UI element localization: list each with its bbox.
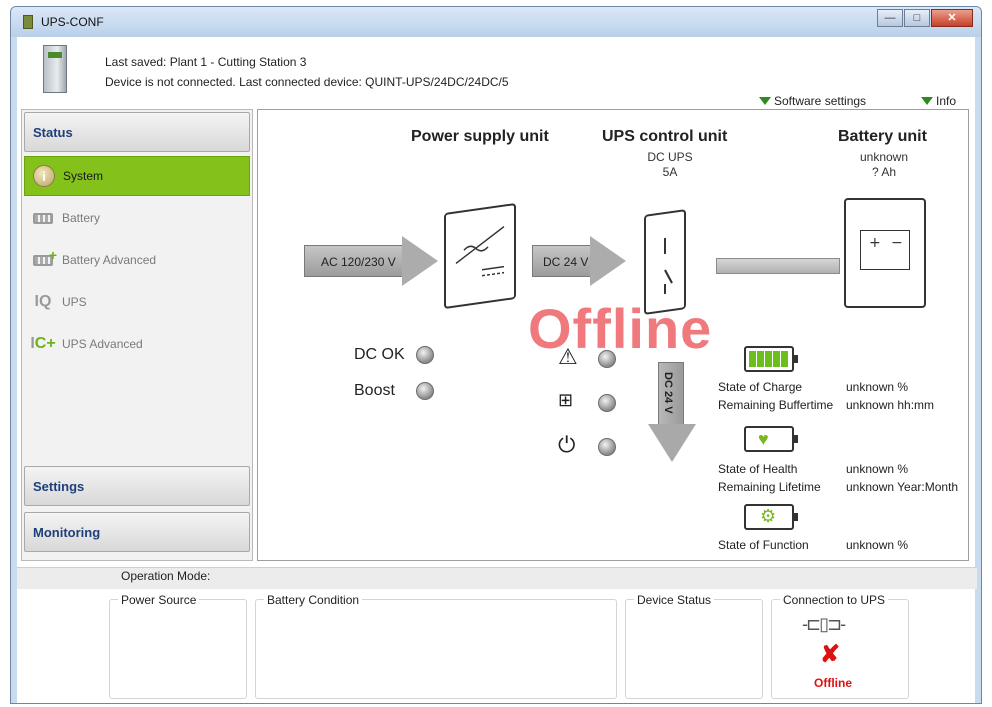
device-image [43, 45, 67, 93]
maximize-button[interactable]: □ [904, 9, 930, 27]
operation-mode-label: Operation Mode: [121, 569, 211, 583]
heart-icon: ♥ [758, 429, 769, 449]
remaining-lifetime-value: unknown Year:Month [846, 480, 959, 494]
dc-ok-led [416, 346, 434, 364]
battery-condition-title: Battery Condition [264, 593, 363, 607]
info-link[interactable]: Info [921, 94, 956, 108]
ups-subtitle-type: DC UPS [647, 150, 693, 164]
power-source-group: Power Source [109, 593, 247, 699]
software-settings-link[interactable]: Software settings [759, 94, 866, 108]
remaining-lifetime-label: Remaining Lifetime [718, 480, 821, 494]
remaining-buffertime-value: unknown hh:mm [846, 398, 935, 412]
system-diagram-panel: Power supply unit UPS control unit DC UP… [257, 109, 969, 561]
warning-icon: ⚠ [558, 344, 578, 369]
sidebar-item-label: UPS Advanced [62, 337, 143, 351]
info-label: Info [936, 94, 957, 108]
power-supply-unit-icon [444, 202, 516, 310]
dc-arrow-label: DC 24 V [532, 245, 592, 277]
svg-text:+: + [869, 235, 881, 251]
connection-to-ups-title: Connection to UPS [780, 593, 889, 607]
window-title: UPS-CONF [41, 15, 104, 29]
power-source-title: Power Source [118, 593, 200, 607]
charge-battery-icon [744, 346, 798, 372]
offline-watermark: Offline [528, 297, 713, 360]
ups-battery-connection-bar [716, 258, 840, 274]
ac-input-arrow: AC 120/230 V [304, 236, 438, 286]
sidebar-item-battery[interactable]: Battery [24, 198, 250, 238]
status-section-header[interactable]: Status [24, 112, 250, 152]
disconnected-x-icon: ✘ [820, 641, 841, 668]
triangle-down-icon [759, 97, 771, 105]
client-area: Last saved: Plant 1 - Cutting Station 3 … [17, 37, 977, 703]
triangle-down-icon [921, 97, 933, 105]
battery-discharge-icon: ⊞ [558, 390, 574, 410]
sidebar-item-label: UPS [62, 295, 87, 309]
software-settings-label: Software settings [774, 94, 867, 108]
sidebar-item-battery-advanced[interactable]: + Battery Advanced [24, 240, 250, 280]
battery-title: Battery unit [838, 128, 927, 145]
info-icon: i [33, 165, 55, 187]
sidebar-item-system[interactable]: i System [24, 156, 250, 196]
app-icon [23, 15, 33, 29]
power-icon: ⏻ [558, 432, 576, 457]
dc-ok-label: DC OK [354, 346, 405, 363]
ups-subtitle-current: 5A [662, 165, 678, 179]
sidebar-item-label: System [63, 169, 104, 183]
settings-section-header[interactable]: Settings [24, 466, 250, 506]
power-led [598, 438, 616, 456]
battery-unit-icon: + − [844, 198, 926, 308]
boost-led [416, 382, 434, 400]
state-of-function-value: unknown % [846, 538, 909, 552]
battery-subtitle-capacity: ? Ah [871, 165, 897, 179]
warning-led [598, 350, 616, 368]
main-window: UPS-CONF — □ ✕ Last saved: Plant 1 - Cut… [10, 6, 982, 704]
connection-state-text: Offline [814, 676, 852, 690]
ups-title: UPS control unit [602, 128, 728, 145]
state-of-function-label: State of Function [718, 538, 809, 552]
connection-to-ups-group: Connection to UPS -⊏▯⊐- ✘ Offline [771, 593, 909, 699]
close-button[interactable]: ✕ [931, 9, 973, 27]
ups-icon: IQ [34, 293, 52, 310]
sidebar-item-ups[interactable]: IQ UPS [24, 282, 250, 322]
dc-output-arrow: DC 24 V [532, 236, 626, 286]
svg-text:−: − [891, 235, 903, 251]
state-of-health-value: unknown % [846, 462, 909, 476]
connection-status-text: Device is not connected. Last connected … [105, 75, 509, 89]
dc-load-arrow-label: DC 24 V [662, 372, 674, 414]
title-bar[interactable]: UPS-CONF — □ ✕ [11, 7, 981, 37]
monitoring-section-header[interactable]: Monitoring [24, 512, 250, 552]
battery-advanced-icon: + [32, 247, 57, 268]
sidebar-item-ups-advanced[interactable]: I C+ UPS Advanced [24, 324, 250, 364]
boost-label: Boost [354, 382, 395, 399]
health-battery-icon: ♥ [744, 426, 798, 452]
left-navigation: Status i System Battery + Battery Advanc… [21, 109, 253, 561]
state-of-charge-value: unknown % [846, 380, 909, 394]
function-battery-icon: ⚙ [744, 504, 798, 530]
psu-title: Power supply unit [411, 128, 549, 145]
sidebar-item-label: Battery [62, 211, 101, 225]
battery-icon [32, 210, 54, 226]
ups-advanced-icon: I C+ [30, 335, 56, 352]
ac-arrow-label: AC 120/230 V [304, 245, 404, 277]
device-status-group: Device Status [625, 593, 763, 699]
state-of-charge-label: State of Charge [718, 380, 803, 394]
gear-icon: ⚙ [760, 506, 777, 526]
plug-icon: -⊏▯⊐- [802, 614, 846, 634]
battery-subtitle-type: unknown [859, 150, 909, 164]
state-of-health-label: State of Health [718, 462, 798, 476]
battery-condition-group: Battery Condition [255, 593, 617, 699]
sidebar-item-label: Battery Advanced [62, 253, 157, 267]
minimize-button[interactable]: — [877, 9, 903, 27]
remaining-buffertime-label: Remaining Buffertime [718, 398, 834, 412]
dc-load-arrow: DC 24 V [648, 362, 696, 462]
battery-discharge-led [598, 394, 616, 412]
last-saved-text: Last saved: Plant 1 - Cutting Station 3 [105, 55, 307, 69]
device-status-title: Device Status [634, 593, 715, 607]
